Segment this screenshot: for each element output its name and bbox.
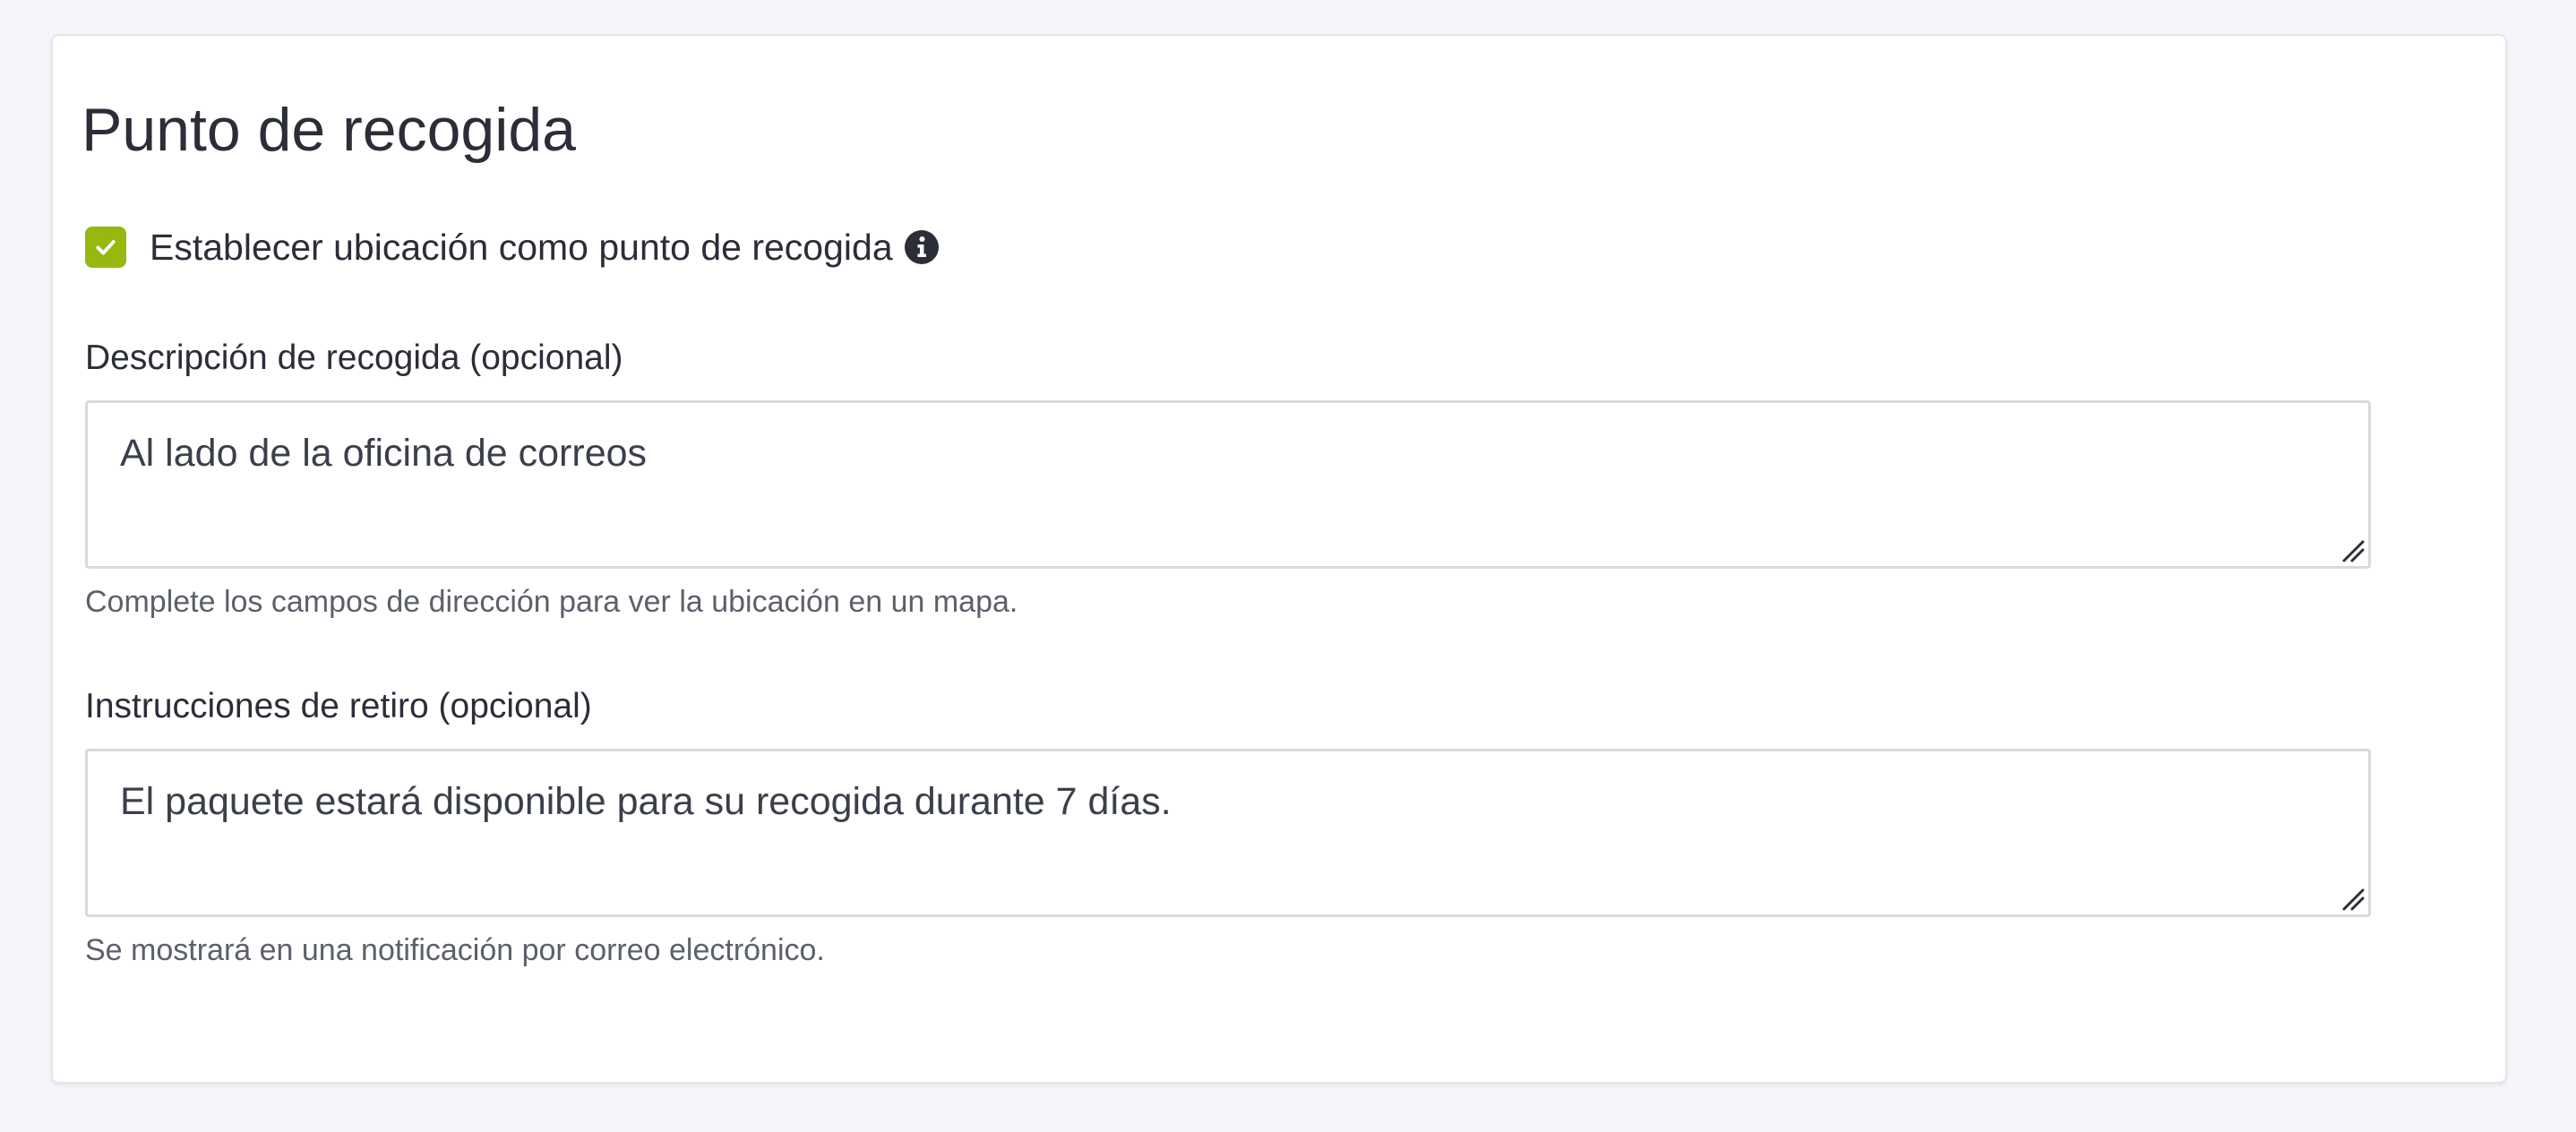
instructions-textarea-wrap: El paquete estará disponible para su rec… <box>85 749 2371 917</box>
pickup-checkbox-label[interactable]: Establecer ubicación como punto de recog… <box>150 220 893 274</box>
resize-handle-icon[interactable] <box>2340 538 2366 563</box>
description-label: Descripción de recogida (opcional) <box>85 339 623 377</box>
resize-handle-icon[interactable] <box>2340 887 2366 912</box>
description-textarea[interactable]: Al lado de la oficina de correos <box>85 400 2371 569</box>
description-textarea-wrap: Al lado de la oficina de correos <box>85 400 2371 569</box>
instructions-textarea[interactable]: El paquete estará disponible para su rec… <box>85 749 2371 917</box>
check-icon <box>96 240 116 255</box>
instructions-help-text: Se mostrará en una notificación por corr… <box>85 933 825 967</box>
section-title: Punto de recogida <box>82 96 576 164</box>
info-icon[interactable] <box>904 229 940 265</box>
pickup-checkbox[interactable] <box>85 227 126 268</box>
description-help-text: Complete los campos de dirección para ve… <box>85 585 1018 619</box>
pickup-checkbox-row[interactable]: Establecer ubicación como punto de recog… <box>85 220 940 274</box>
instructions-label: Instrucciones de retiro (opcional) <box>85 687 592 725</box>
